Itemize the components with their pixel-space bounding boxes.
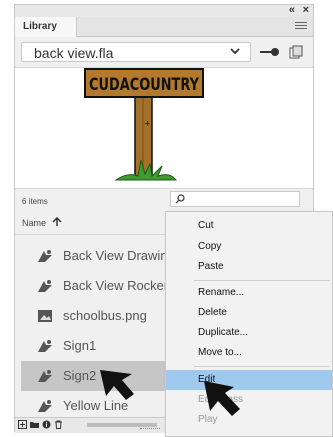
document-dropdown-value: back view.fla: [34, 45, 114, 61]
new-symbol-icon[interactable]: [18, 420, 27, 429]
sort-ascending-icon[interactable]: [52, 217, 62, 227]
menu-item-duplicate[interactable]: Duplicate...: [166, 323, 332, 343]
list-item-name: Back View Rocken: [63, 278, 172, 293]
menu-item-copy[interactable]: Copy: [166, 237, 332, 257]
pointer-arrow-icon: [100, 370, 134, 400]
graphic-symbol-icon: [38, 370, 52, 382]
delete-icon[interactable]: [54, 420, 63, 429]
tab-library[interactable]: Library: [15, 17, 77, 37]
menu-item-delete[interactable]: Delete: [166, 303, 332, 323]
list-item[interactable]: Back View Rocken: [21, 271, 171, 301]
graphic-symbol-icon: [38, 340, 52, 352]
svg-text:+: +: [144, 119, 151, 128]
chevron-down-icon: [230, 48, 240, 55]
context-menu: Cut Copy Paste Rename... Delete Duplicat…: [165, 211, 333, 437]
list-item-name: Sign1: [63, 338, 97, 353]
properties-icon[interactable]: [42, 420, 51, 429]
sign-preview-image: + CUDACOUNTRY: [84, 68, 204, 181]
graphic-symbol-icon: [38, 400, 52, 412]
horizontal-scrollbar[interactable]: [87, 423, 157, 427]
menu-item-edit[interactable]: Edit: [166, 370, 332, 390]
menu-item-rename[interactable]: Rename...: [166, 283, 332, 303]
list-item[interactable]: schoolbus.png: [21, 301, 171, 331]
item-count: 6 items: [22, 197, 48, 206]
search-input[interactable]: [170, 191, 300, 207]
new-folder-icon[interactable]: [30, 420, 39, 429]
graphic-symbol-icon: [38, 250, 52, 262]
document-dropdown[interactable]: back view.fla: [21, 42, 251, 62]
menu-item-edit-class[interactable]: Edit Class: [166, 390, 332, 410]
collapse-icon[interactable]: «: [289, 4, 295, 16]
count-row: 6 items: [15, 189, 313, 211]
document-row: back view.fla: [15, 37, 313, 67]
graphic-symbol-icon: [38, 280, 52, 292]
menu-item-play[interactable]: Play: [166, 410, 332, 430]
list-item[interactable]: Back View Drawing: [21, 241, 175, 271]
panel-menu-icon[interactable]: [295, 20, 307, 32]
list-item-name: Back View Drawing: [63, 248, 175, 263]
tab-row: Library: [15, 17, 313, 37]
menu-item-move-to[interactable]: Move to...: [166, 343, 332, 363]
sign-text: CUDACOUNTRY: [89, 75, 200, 95]
panel-titlebar: « ×: [15, 4, 313, 17]
column-name-label: Name: [22, 218, 47, 228]
pin-icon[interactable]: [259, 46, 281, 58]
list-item-name: Sign2: [63, 368, 97, 383]
menu-item-paste[interactable]: Paste: [166, 257, 332, 277]
new-library-panel-icon[interactable]: [289, 45, 303, 59]
symbol-preview: + CUDACOUNTRY: [15, 67, 313, 189]
close-icon[interactable]: ×: [303, 4, 309, 16]
menu-separator: [194, 366, 330, 367]
resize-grip[interactable]: [140, 428, 160, 432]
list-item[interactable]: Sign1: [21, 331, 171, 361]
search-icon: [175, 194, 185, 204]
list-item-name: schoolbus.png: [63, 308, 147, 323]
pointer-arrow-icon: [204, 381, 240, 416]
bitmap-icon: [38, 310, 52, 322]
menu-item-cut[interactable]: Cut: [166, 216, 332, 236]
menu-separator: [194, 280, 330, 281]
